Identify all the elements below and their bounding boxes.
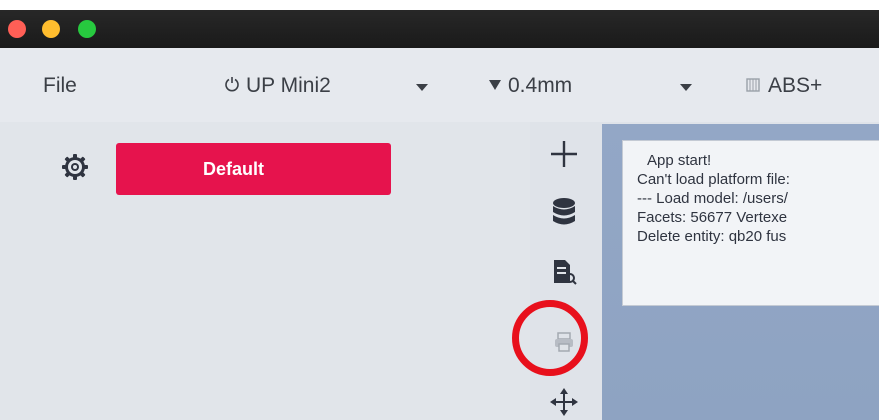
log-line: Delete entity: qb20 fus <box>637 228 787 245</box>
file-menu[interactable]: File <box>43 72 77 100</box>
zoom-window-button[interactable] <box>78 20 96 38</box>
document-icon <box>551 257 577 287</box>
log-line: App start! <box>647 152 712 169</box>
database-icon <box>551 197 577 227</box>
log-line: Can't load platform file: <box>637 171 790 188</box>
app-window: File UP Mini2 0.4mm ABS+ Default App sta… <box>0 0 879 420</box>
title-bar <box>0 0 879 48</box>
log-line: Facets: 56677 Vertexe <box>637 209 788 226</box>
printer-dropdown-arrow-icon[interactable] <box>416 84 428 91</box>
move-button[interactable] <box>542 380 586 420</box>
nozzle-dropdown-arrow-icon[interactable] <box>680 84 692 91</box>
material-selector[interactable]: ABS+ <box>746 72 822 100</box>
minimize-window-button[interactable] <box>42 20 60 38</box>
add-model-button[interactable] <box>542 132 586 176</box>
default-profile-button[interactable]: Default <box>116 143 391 195</box>
printer-label: UP Mini2 <box>246 74 331 97</box>
power-icon <box>224 72 240 100</box>
nozzle-label: 0.4mm <box>508 74 573 97</box>
move-icon <box>549 387 579 417</box>
material-spool-icon <box>746 72 760 100</box>
plus-icon <box>549 139 579 169</box>
menu-bar: File UP Mini2 0.4mm ABS+ <box>0 48 879 122</box>
log-panel: App start! Can't load platform file: ---… <box>622 140 879 306</box>
highlight-ring <box>512 300 588 376</box>
gear-icon[interactable] <box>60 152 90 182</box>
nozzle-selector[interactable]: 0.4mm <box>488 72 572 100</box>
document-button[interactable] <box>542 250 586 294</box>
close-window-button[interactable] <box>8 20 26 38</box>
material-label: ABS+ <box>768 74 823 97</box>
printer-selector[interactable]: UP Mini2 <box>224 72 331 100</box>
database-button[interactable] <box>542 190 586 234</box>
nozzle-triangle-icon <box>488 72 502 100</box>
screen-edge <box>0 0 879 10</box>
log-line: --- Load model: /users/ <box>637 190 788 207</box>
